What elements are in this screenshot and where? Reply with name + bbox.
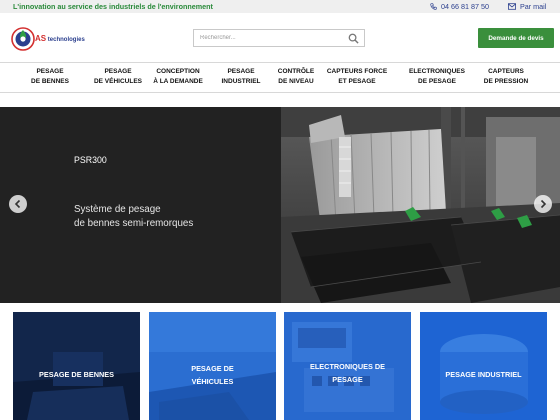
card-label: PESAGE DE VÉHICULES	[149, 362, 276, 388]
phone-link[interactable]: 04 66 81 87 50	[430, 2, 489, 11]
hero-subtitle: Système de pesage de bennes semi-remorqu…	[74, 203, 193, 231]
slider-prev-button[interactable]	[9, 195, 27, 213]
tagline: L'innovation au service des industriels …	[13, 2, 213, 11]
nav-label-line1: PESAGE	[104, 68, 132, 75]
nav-item-controle-de-niveau[interactable]: CONTRÔLE DE NIVEAU	[264, 67, 328, 86]
card-label: ELECTRONIQUES DE PESAGE	[284, 360, 411, 386]
nav-item-pesage-de-vehicules[interactable]: PESAGE DE VÉHICULES	[86, 67, 150, 86]
card-label-line2: PESAGE	[332, 375, 363, 384]
nav-label-line2: DE NIVEAU	[278, 77, 314, 85]
card-label-line1: PESAGE DE	[191, 364, 234, 373]
nav-label-line1: CAPTEURS	[488, 68, 524, 75]
nav-label-line1: CONTRÔLE	[277, 68, 315, 75]
card-label: PESAGE DE BENNES	[13, 368, 140, 381]
arrow-left-icon	[14, 199, 21, 209]
nav-label-line2: ET PESAGE	[338, 77, 376, 85]
top-bar: L'innovation au service des industriels …	[0, 0, 560, 13]
card-label-line1: ELECTRONIQUES DE	[309, 362, 385, 371]
mail-label: Par mail	[520, 2, 547, 11]
mail-icon	[508, 3, 516, 10]
slider-next-button[interactable]	[534, 195, 552, 213]
hero-subtitle-line2: de bennes semi-remorques	[74, 218, 194, 229]
card-label: PESAGE INDUSTRIEL	[420, 368, 547, 381]
nav-label-line1: PESAGE	[36, 68, 64, 75]
search-box	[193, 29, 365, 47]
phone-icon	[430, 3, 437, 10]
logo-as: AS	[35, 34, 47, 43]
nav-item-conception[interactable]: CONCEPTION À LA DEMANDE	[146, 67, 210, 86]
phone-number: 04 66 81 87 50	[441, 2, 489, 11]
main-nav: PESAGE DE BENNES PESAGE DE VÉHICULES CONCE…	[0, 62, 560, 93]
nav-item-pesage-de-bennes[interactable]: PESAGE DE BENNES	[18, 67, 82, 86]
nav-label-line2: À LA DEMANDE	[153, 77, 203, 85]
logo-mark	[11, 27, 35, 51]
search-input[interactable]	[194, 30, 344, 46]
card-label-line1: PESAGE DE BENNES	[38, 370, 114, 379]
category-card-pesage-de-bennes[interactable]: PESAGE DE BENNES	[13, 312, 140, 420]
category-card-electroniques-de-pesage[interactable]: ELECTRONIQUES DE PESAGE	[284, 312, 411, 420]
nav-label-line1: CAPTEURS FORCE	[326, 68, 388, 75]
hero-slider: PSR300 Système de pesage de bennes semi-…	[0, 107, 560, 303]
logo-technologies: technologies	[47, 37, 85, 43]
nav-label-line1: ELECTRONIQUES	[409, 68, 465, 75]
nav-item-capteurs-pression[interactable]: CAPTEURS DE PRESSION	[474, 67, 538, 86]
card-label-line2: VÉHICULES	[191, 377, 234, 386]
nav-label-line2: DE PRESSION	[483, 77, 529, 85]
hero-title: PSR300	[74, 155, 107, 165]
hero-photo	[281, 107, 560, 303]
category-card-pesage-industriel[interactable]: PESAGE INDUSTRIEL	[420, 312, 547, 420]
card-image	[420, 312, 547, 420]
quote-request-button[interactable]: Demande de devis	[478, 28, 554, 48]
mail-link[interactable]: Par mail	[508, 2, 546, 11]
hero-subtitle-line1: Système de pesage	[74, 204, 161, 215]
category-card-pesage-de-vehicules[interactable]: PESAGE DE VÉHICULES	[149, 312, 276, 420]
site-logo[interactable]: AS technologies	[10, 26, 92, 52]
search-icon[interactable]	[348, 33, 359, 44]
nav-label-line2: DE PESAGE	[418, 77, 456, 85]
card-label-line1: PESAGE INDUSTRIEL	[445, 370, 522, 379]
arrow-right-icon	[540, 199, 547, 209]
nav-label-line2: DE BENNES	[31, 77, 69, 85]
nav-label-line1: CONCEPTION	[156, 68, 200, 75]
logo-text: AS technologies	[35, 34, 85, 43]
nav-label-line2: DE VÉHICULES	[93, 77, 143, 85]
nav-item-capteurs-force[interactable]: CAPTEURS FORCE ET PESAGE	[325, 67, 389, 86]
nav-item-electroniques[interactable]: ELECTRONIQUES DE PESAGE	[405, 67, 469, 86]
card-image	[13, 312, 140, 420]
